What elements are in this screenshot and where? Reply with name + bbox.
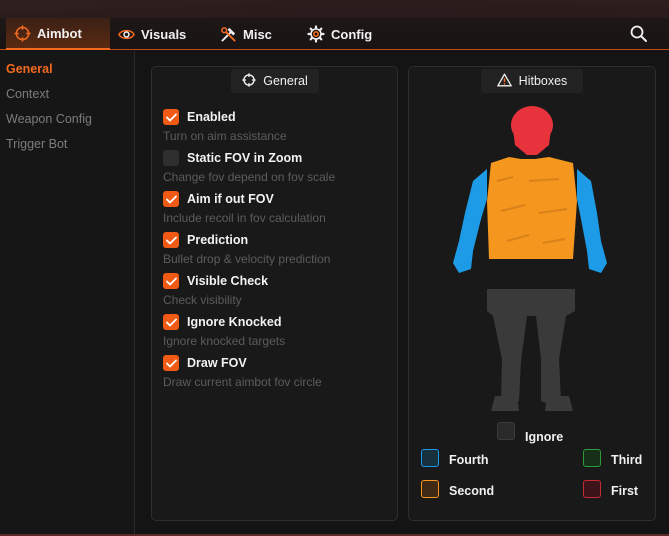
option-label: Draw FOV — [187, 356, 247, 370]
tab-aimbot[interactable]: Aimbot — [6, 18, 110, 50]
option-label: Aim if out FOV — [187, 192, 274, 206]
search-icon[interactable] — [629, 24, 649, 44]
hitbox-second-option[interactable]: Second — [421, 479, 494, 498]
option-row[interactable]: Aim if out FOV — [163, 191, 274, 207]
checkbox-checked[interactable] — [163, 109, 179, 125]
tab-visuals[interactable]: Visuals — [118, 18, 186, 50]
panel-title: Hitboxes — [518, 74, 568, 88]
hitbox-legs[interactable] — [487, 289, 575, 411]
checkmark-icon — [165, 318, 177, 326]
panel-header: Hitboxes — [481, 69, 583, 93]
sidebar: General Context Weapon Config Trigger Bo… — [0, 51, 135, 536]
checkmark-icon — [165, 359, 177, 367]
ignore-label: Ignore — [525, 430, 564, 444]
checkbox-checked[interactable] — [163, 314, 179, 330]
option-row[interactable]: Ignore Knocked — [163, 314, 281, 330]
first-color-swatch[interactable] — [583, 479, 601, 498]
second-color-swatch[interactable] — [421, 479, 439, 498]
sidebar-item-general[interactable]: General — [6, 62, 53, 76]
fourth-label: Fourth — [449, 453, 489, 467]
option-description: Change fov depend on fov scale — [163, 170, 336, 184]
option-row[interactable]: Draw FOV — [163, 355, 247, 371]
gear-icon — [307, 25, 325, 43]
crosshair-icon — [242, 72, 256, 90]
first-label: First — [611, 484, 639, 498]
panel-title: General — [263, 74, 308, 88]
sidebar-item-trigger-bot[interactable]: Trigger Bot — [6, 137, 67, 151]
third-label: Third — [611, 453, 643, 467]
option-label: Enabled — [187, 110, 236, 124]
tab-label: Config — [331, 26, 373, 42]
tab-label: Visuals — [141, 26, 187, 42]
general-panel: General Enabled Turn on aim assistance Sta… — [151, 66, 398, 521]
option-label: Static FOV in Zoom — [187, 151, 303, 165]
tab-label: Misc — [243, 26, 272, 42]
option-description: Draw current aimbot fov circle — [163, 375, 322, 389]
hitbox-third-option[interactable]: Third — [583, 448, 642, 467]
tab-label: Aimbot — [37, 25, 82, 41]
option-description: Bullet drop & velocity prediction — [163, 252, 331, 266]
ignore-option[interactable]: Ignore — [497, 418, 563, 444]
checkmark-icon — [165, 236, 177, 244]
eye-icon — [118, 26, 135, 43]
panel-header: General — [231, 69, 319, 93]
crosshair-icon — [14, 24, 31, 42]
checkmark-icon — [165, 113, 177, 121]
top-navigation-bar: Aimbot Visuals Misc Config — [0, 0, 669, 50]
checkbox-checked[interactable] — [163, 191, 179, 207]
hitbox-fourth-option[interactable]: Fourth — [421, 448, 489, 467]
hitbox-first-option[interactable]: First — [583, 479, 638, 498]
tab-misc[interactable]: Misc — [220, 18, 272, 50]
sidebar-item-weapon-config[interactable]: Weapon Config — [6, 112, 92, 126]
option-label: Visible Check — [187, 274, 269, 288]
checkbox-checked[interactable] — [163, 273, 179, 289]
option-row[interactable]: Visible Check — [163, 273, 268, 289]
checkbox-checked[interactable] — [163, 232, 179, 248]
option-description: Include recoil in fov calculation — [163, 211, 326, 225]
tools-icon — [220, 26, 237, 43]
checkmark-icon — [165, 195, 177, 203]
hitbox-character-figure — [453, 106, 607, 411]
option-label: Prediction — [187, 233, 249, 247]
checkmark-icon — [165, 277, 177, 285]
hitbox-torso[interactable] — [487, 157, 577, 259]
ignore-swatch — [497, 422, 515, 440]
option-description: Turn on aim assistance — [163, 129, 287, 143]
hitbox-head[interactable] — [511, 106, 553, 155]
option-row[interactable]: Prediction — [163, 232, 248, 248]
tab-config[interactable]: Config — [307, 18, 372, 50]
checkbox-checked[interactable] — [163, 355, 179, 371]
option-row[interactable]: Enabled — [163, 109, 236, 125]
fourth-color-swatch[interactable] — [421, 448, 439, 467]
option-label: Ignore Knocked — [187, 315, 282, 329]
option-description: Check visibility — [163, 293, 242, 307]
option-row[interactable]: Static FOV in Zoom — [163, 150, 302, 166]
third-color-swatch[interactable] — [583, 448, 601, 467]
sidebar-item-context[interactable]: Context — [6, 87, 49, 101]
warning-icon — [496, 72, 512, 90]
hitboxes-panel: Hitboxes Ignore Fourth Third Second Firs… — [408, 66, 656, 521]
second-label: Second — [449, 484, 495, 498]
checkbox-unchecked[interactable] — [163, 150, 179, 166]
option-description: Ignore knocked targets — [163, 334, 286, 348]
